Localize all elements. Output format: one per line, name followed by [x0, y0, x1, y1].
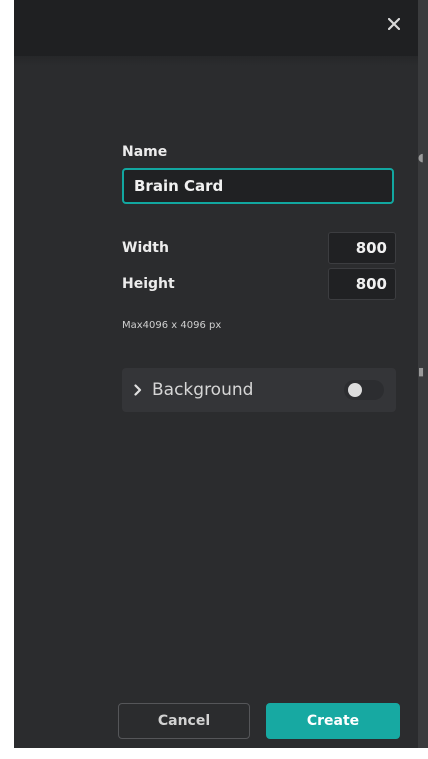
sliver-glyph: ▮: [418, 365, 425, 378]
height-input[interactable]: 800: [328, 268, 396, 300]
create-button[interactable]: Create: [266, 703, 400, 739]
dialog-header: [14, 0, 418, 56]
background-section-toggle[interactable]: Background: [122, 368, 396, 412]
switch-knob: [348, 383, 362, 397]
width-label: Width: [122, 240, 169, 256]
name-input[interactable]: Brain Card: [122, 168, 394, 204]
background-label: Background: [152, 380, 254, 400]
sliver-glyph: ◖: [418, 151, 424, 164]
background-app-sliver: ◖ ▮: [418, 0, 428, 748]
cancel-button[interactable]: Cancel: [118, 703, 250, 739]
new-card-dialog: Name Brain Card Width 800 Height 800 Max…: [14, 0, 418, 748]
name-label: Name: [122, 144, 168, 160]
screen: ◖ ▮ Name Brain Card Width 800 Height 800…: [0, 0, 428, 759]
max-size-note: Max4096 x 4096 px: [122, 320, 222, 331]
close-icon: [388, 18, 400, 30]
width-input[interactable]: 800: [328, 232, 396, 264]
close-button[interactable]: [382, 12, 406, 36]
background-switch[interactable]: [344, 380, 384, 400]
chevron-right-icon: [134, 384, 142, 396]
height-label: Height: [122, 276, 175, 292]
header-divider: [14, 56, 418, 66]
